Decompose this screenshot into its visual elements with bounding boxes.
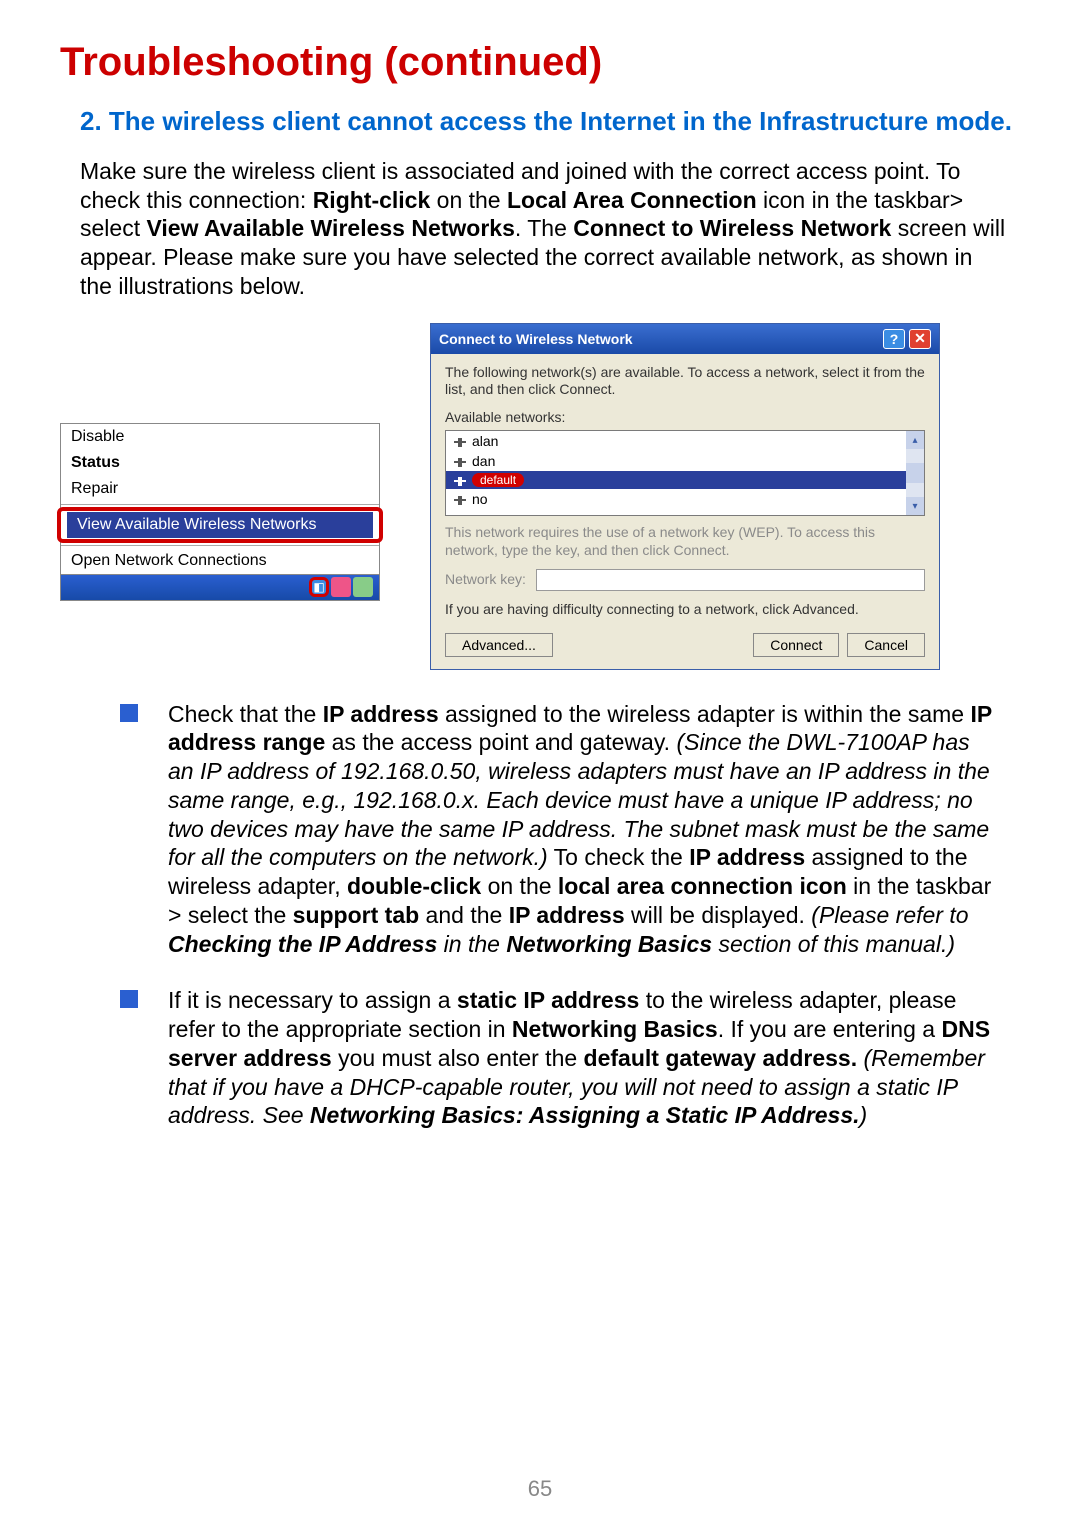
- section-heading-text: The wireless client cannot access the In…: [109, 106, 1012, 136]
- t: you must also enter the: [332, 1045, 584, 1071]
- bullet-2: If it is necessary to assign a static IP…: [120, 986, 1000, 1130]
- t: on the: [481, 873, 558, 899]
- network-item-no[interactable]: no: [446, 489, 924, 509]
- section-number: 2.: [80, 106, 102, 136]
- t: IP address: [323, 701, 439, 727]
- t: Checking the IP Address: [168, 931, 437, 957]
- antenna-icon: [454, 493, 466, 505]
- ctx-repair[interactable]: Repair: [61, 476, 379, 502]
- t: double-click: [347, 873, 481, 899]
- intro-lac: Local Area Connection: [507, 187, 757, 213]
- t: To check the: [548, 844, 690, 870]
- t: assigned to the wireless adapter is with…: [439, 701, 971, 727]
- network-label-selected: default: [472, 473, 524, 487]
- network-label: alan: [472, 433, 498, 449]
- intro-t4: . The: [515, 215, 573, 241]
- help-button[interactable]: ?: [883, 329, 905, 349]
- bullet-1-text: Check that the IP address assigned to th…: [168, 700, 1000, 959]
- advanced-note: If you are having difficulty connecting …: [445, 601, 925, 619]
- dialog-title: Connect to Wireless Network: [439, 331, 633, 347]
- ctx-view-networks[interactable]: View Available Wireless Networks: [67, 512, 373, 538]
- antenna-icon: [454, 474, 466, 486]
- antenna-icon: [454, 435, 466, 447]
- t: Networking Basics: [506, 931, 712, 957]
- advanced-button[interactable]: Advanced...: [445, 633, 553, 657]
- tray-lan-icon[interactable]: ◧: [309, 577, 329, 597]
- t: . If you are entering a: [718, 1016, 942, 1042]
- page-number: 65: [0, 1476, 1080, 1502]
- page-title: Troubleshooting (continued): [60, 40, 1020, 85]
- intro-rightclick: Right-click: [313, 187, 431, 213]
- network-item-alan[interactable]: alan: [446, 431, 924, 451]
- intro-t2: on the: [430, 187, 507, 213]
- network-label: dan: [472, 453, 495, 469]
- ctx-open-connections[interactable]: Open Network Connections: [61, 548, 379, 574]
- tray-icon-3[interactable]: [353, 577, 373, 597]
- ctx-highlight-box: View Available Wireless Networks: [57, 507, 383, 543]
- network-key-input[interactable]: [536, 569, 925, 591]
- t: Check that the: [168, 701, 323, 727]
- dialog-intro: The following network(s) are available. …: [445, 364, 925, 399]
- t: will be displayed.: [625, 902, 812, 928]
- ctx-disable[interactable]: Disable: [61, 424, 379, 450]
- t: default gateway address.: [584, 1045, 858, 1071]
- close-button[interactable]: ✕: [909, 329, 931, 349]
- t: local area connection icon: [558, 873, 847, 899]
- t: static IP address: [457, 987, 639, 1013]
- t: in the: [437, 931, 506, 957]
- antenna-icon: [454, 455, 466, 467]
- tray-icon-2[interactable]: [331, 577, 351, 597]
- bullet-1: Check that the IP address assigned to th…: [120, 700, 1000, 959]
- scrollbar[interactable]: ▴ ▾: [906, 431, 924, 515]
- context-menu: Disable Status Repair View Available Wir…: [60, 423, 380, 601]
- wep-note: This network requires the use of a netwo…: [445, 524, 925, 559]
- bullet-icon: [120, 704, 138, 722]
- t: IP address: [509, 902, 625, 928]
- t: as the access point and gateway.: [325, 729, 676, 755]
- intro-paragraph: Make sure the wireless client is associa…: [80, 157, 1010, 301]
- scroll-thumb[interactable]: [906, 463, 924, 483]
- t: and the: [419, 902, 509, 928]
- connect-dialog: Connect to Wireless Network ? ✕ The foll…: [430, 323, 940, 670]
- intro-ctwn: Connect to Wireless Network: [573, 215, 891, 241]
- available-label: Available networks:: [445, 409, 925, 427]
- bullet-icon: [120, 990, 138, 1008]
- t: (Please refer to: [811, 902, 968, 928]
- t: ): [860, 1102, 868, 1128]
- cancel-button[interactable]: Cancel: [847, 633, 925, 657]
- intro-vawn: View Available Wireless Networks: [146, 215, 514, 241]
- scroll-up-icon[interactable]: ▴: [906, 431, 924, 449]
- t: Networking Basics: [512, 1016, 718, 1042]
- t: support tab: [293, 902, 420, 928]
- network-item-default[interactable]: default: [446, 471, 924, 489]
- t: section of this manual.): [712, 931, 955, 957]
- network-label: no: [472, 491, 488, 507]
- scroll-down-icon[interactable]: ▾: [906, 497, 924, 515]
- t: IP address: [689, 844, 805, 870]
- connect-button[interactable]: Connect: [753, 633, 839, 657]
- t: If it is necessary to assign a: [168, 987, 457, 1013]
- bullet-2-text: If it is necessary to assign a static IP…: [168, 986, 1000, 1130]
- dialog-titlebar: Connect to Wireless Network ? ✕: [431, 324, 939, 354]
- network-item-dan[interactable]: dan: [446, 451, 924, 471]
- network-key-label: Network key:: [445, 571, 526, 589]
- section-heading: 2. The wireless client cannot access the…: [80, 105, 1020, 139]
- ctx-divider-1: [61, 504, 379, 505]
- network-listbox[interactable]: alan dan default no ▴ ▾: [445, 430, 925, 516]
- t: Networking Basics: Assigning a Static IP…: [310, 1102, 860, 1128]
- ctx-status[interactable]: Status: [61, 450, 379, 476]
- taskbar-tray: ◧: [61, 574, 379, 600]
- ctx-divider-2: [61, 545, 379, 546]
